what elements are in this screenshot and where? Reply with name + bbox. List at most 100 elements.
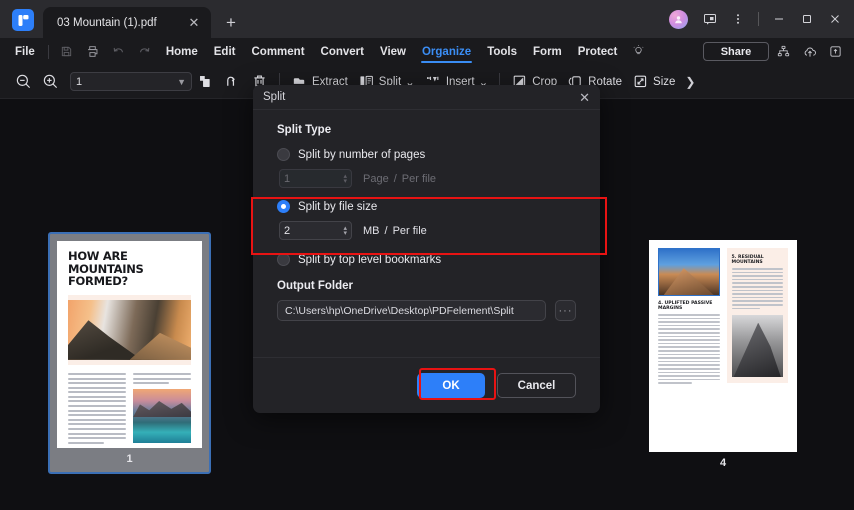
option-label: Split by number of pages [298,148,426,161]
document-tab-title: 03 Mountain (1).pdf [57,16,157,29]
pages-unit: Page [363,172,389,185]
option-split-by-number-of-pages[interactable]: Split by number of pages [277,148,576,161]
split-dialog-title: Split [263,91,286,103]
option-split-by-file-size[interactable]: Split by file size [277,200,576,213]
filesize-stepper[interactable]: 2 ▴ ▾ [279,221,352,240]
page-1-column-left [68,372,126,447]
feedback-icon[interactable] [697,7,723,31]
minimize-icon[interactable] [766,7,792,31]
replace-page-button[interactable] [219,69,246,95]
menu-item-form[interactable]: Form [525,42,570,62]
more-vertical-icon[interactable] [725,7,751,31]
chevron-down-icon[interactable]: ▼ [177,77,186,87]
menu-item-organize[interactable]: Organize [414,42,479,63]
page-4-columns: 4. UPLIFTED PASSIVE MARGINS 5. RESIDUAL … [658,248,788,386]
split-dialog-body: Split Type Split by number of pages 1 ▴ ▾… [253,110,600,321]
insert-page-button[interactable] [192,69,219,95]
divider [758,12,759,26]
maximize-icon[interactable] [794,7,820,31]
pages-count-stepper[interactable]: 1 ▴ ▾ [279,169,352,188]
ribbon-overflow-button[interactable]: ❯ [680,69,700,95]
menu-item-protect[interactable]: Protect [570,42,626,62]
filesize-per-file: Per file [392,224,427,237]
print-icon[interactable] [82,42,104,62]
output-folder-input[interactable]: C:\Users\hp\OneDrive\Desktop\PDFelement\… [277,300,546,321]
page-4-heading-left: 4. UPLIFTED PASSIVE MARGINS [658,301,713,311]
size-button[interactable]: Size [627,69,680,95]
document-tab[interactable]: 03 Mountain (1).pdf ✕ [43,7,211,38]
menu-item-comment[interactable]: Comment [244,42,313,62]
undo-icon[interactable] [108,42,130,62]
page-1-photo-lake [133,389,191,444]
lightbulb-icon[interactable] [627,42,649,62]
option-label: Split by file size [298,200,378,213]
zoom-in-button[interactable] [37,69,64,95]
cancel-button[interactable]: Cancel [497,373,576,398]
page-number-value: 1 [76,75,83,88]
output-folder-row: C:\Users\hp\OneDrive\Desktop\PDFelement\… [277,300,576,321]
page-1-title: HOW ARE MOUNTAINS FORMED? [68,249,144,289]
workflow-icon[interactable] [772,41,795,62]
ok-button[interactable]: OK [417,373,485,398]
stepper-arrows-icon[interactable]: ▴ ▾ [343,173,347,185]
split-type-label: Split Type [277,124,332,136]
size-label: Size [653,75,676,88]
window-controls [669,0,854,38]
page-4-heading-right: 5. RESIDUAL MOUNTAINS [731,255,764,265]
menu-item-convert[interactable]: Convert [313,42,372,62]
collapse-ribbon-icon[interactable] [824,41,847,62]
page-4-column-left: 4. UPLIFTED PASSIVE MARGINS [658,248,720,386]
pdfelement-window: 03 Mountain (1).pdf ✕ + File Home Edit C… [0,0,854,510]
menu-item-home[interactable]: Home [158,42,206,62]
page-4-column-right: 5. RESIDUAL MOUNTAINS [726,248,788,386]
separator: / [384,224,388,237]
redo-icon[interactable] [134,42,156,62]
page-organizer-workspace: HOW ARE MOUNTAINS FORMED? 1 4. UPLIFTED … [0,85,854,510]
page-number-input[interactable]: 1 ▼ [70,72,192,91]
page-thumbnail-1-number: 1 [126,453,133,465]
option-label: Split by top level bookmarks [298,253,442,266]
menu-item-edit[interactable]: Edit [206,42,244,62]
stepper-arrows-icon[interactable]: ▴ ▾ [343,225,347,237]
browse-folder-button[interactable]: ··· [555,300,576,321]
split-dialog-footer: OK Cancel [253,357,600,413]
radio-icon[interactable] [277,253,290,266]
pages-per-file-row: 1 ▴ ▾ Page / Per file [279,169,576,188]
menu-item-tools[interactable]: Tools [479,42,525,62]
share-button[interactable]: Share [703,42,769,61]
wondershare-pdfelement-logo-icon [12,9,34,31]
option-split-by-top-level-bookmarks[interactable]: Split by top level bookmarks [277,253,576,266]
page-thumbnail-4[interactable]: 4. UPLIFTED PASSIVE MARGINS 5. RESIDUAL … [649,240,797,474]
close-icon[interactable]: ✕ [185,14,203,32]
title-bar: 03 Mountain (1).pdf ✕ + [0,0,854,38]
split-dialog: Split ✕ Split Type Split by number of pa… [253,85,600,413]
cloud-upload-icon[interactable] [798,41,821,62]
user-avatar[interactable] [669,9,688,29]
radio-icon[interactable] [277,148,290,161]
menu-item-file[interactable]: File [7,42,43,62]
output-folder-label: Output Folder [277,280,354,292]
pages-unit-text: Page / Per file [363,173,436,185]
divider [47,44,49,59]
page-thumbnail-1[interactable]: HOW ARE MOUNTAINS FORMED? 1 [48,232,211,474]
filesize-value: 2 [284,224,291,237]
page-4-residual-block: 5. RESIDUAL MOUNTAINS [726,248,788,384]
window-close-icon[interactable] [822,7,848,31]
menu-item-view[interactable]: View [372,42,414,62]
plus-icon[interactable]: + [219,10,243,34]
page-thumbnail-4-preview: 4. UPLIFTED PASSIVE MARGINS 5. RESIDUAL … [649,240,797,452]
radio-icon-selected[interactable] [277,200,290,213]
page-1-column-right [133,372,191,447]
close-icon[interactable]: ✕ [579,91,590,104]
pages-count-value: 1 [284,172,291,185]
page-1-photo-mountain [68,299,191,360]
separator: / [393,172,397,185]
filesize-unit-text: MB / Per file [363,225,427,237]
save-icon[interactable] [56,42,78,62]
filesize-unit: MB [363,224,380,237]
pages-per-file: Per file [401,172,437,185]
page-1-columns [68,372,191,447]
zoom-out-button[interactable] [10,69,37,95]
filesize-per-file-row: 2 ▴ ▾ MB / Per file [279,221,576,240]
menu-bar: File Home Edit Comment Convert View Orga… [0,38,854,65]
